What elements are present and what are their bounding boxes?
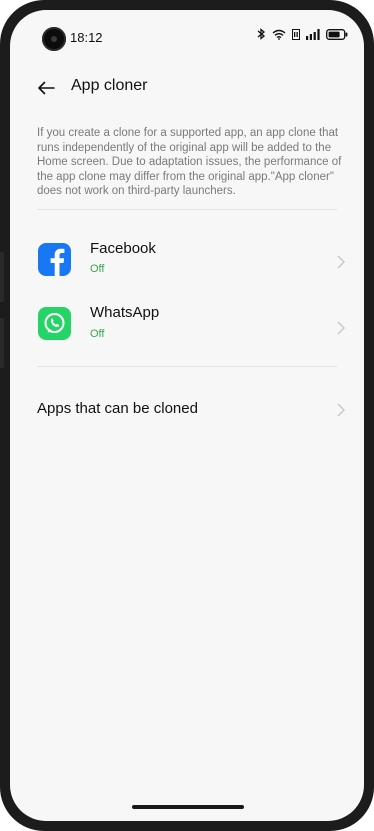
hd-icon [292, 28, 300, 40]
front-camera [42, 27, 66, 51]
divider [37, 366, 337, 367]
battery-icon [326, 28, 348, 40]
divider [37, 209, 337, 210]
volume-down-button [0, 318, 4, 368]
status-time: 18:12 [70, 30, 103, 45]
status-icons [257, 28, 348, 40]
description-text: If you create a clone for a supported ap… [37, 127, 342, 197]
app-name: Facebook [90, 240, 156, 257]
page-title: App cloner [71, 77, 148, 94]
wifi-icon [272, 29, 286, 40]
app-row-whatsapp[interactable]: WhatsApp Off [10, 298, 364, 354]
whatsapp-icon [38, 307, 71, 340]
facebook-icon [38, 243, 71, 276]
app-header: App cloner [10, 68, 364, 108]
home-indicator[interactable] [132, 805, 244, 809]
volume-up-button [0, 252, 4, 302]
app-name: WhatsApp [90, 304, 160, 321]
chevron-right-icon [337, 403, 345, 417]
signal-icon [306, 28, 320, 40]
app-state: Off [90, 263, 105, 275]
status-bar: 18:12 [10, 10, 364, 60]
screen: 18:12 App cloner If you create a clone f… [10, 10, 364, 821]
app-row-facebook[interactable]: Facebook Off [10, 232, 364, 288]
app-state: Off [90, 328, 105, 340]
arrow-left-icon [38, 81, 55, 95]
bluetooth-icon [257, 28, 266, 40]
chevron-right-icon [337, 321, 345, 335]
chevron-right-icon [337, 255, 345, 269]
apps-that-can-be-cloned-label: Apps that can be cloned [37, 400, 198, 417]
apps-that-can-be-cloned-row[interactable]: Apps that can be cloned [10, 390, 364, 430]
back-button[interactable] [32, 74, 60, 102]
phone-frame: 18:12 App cloner If you create a clone f… [0, 0, 374, 831]
